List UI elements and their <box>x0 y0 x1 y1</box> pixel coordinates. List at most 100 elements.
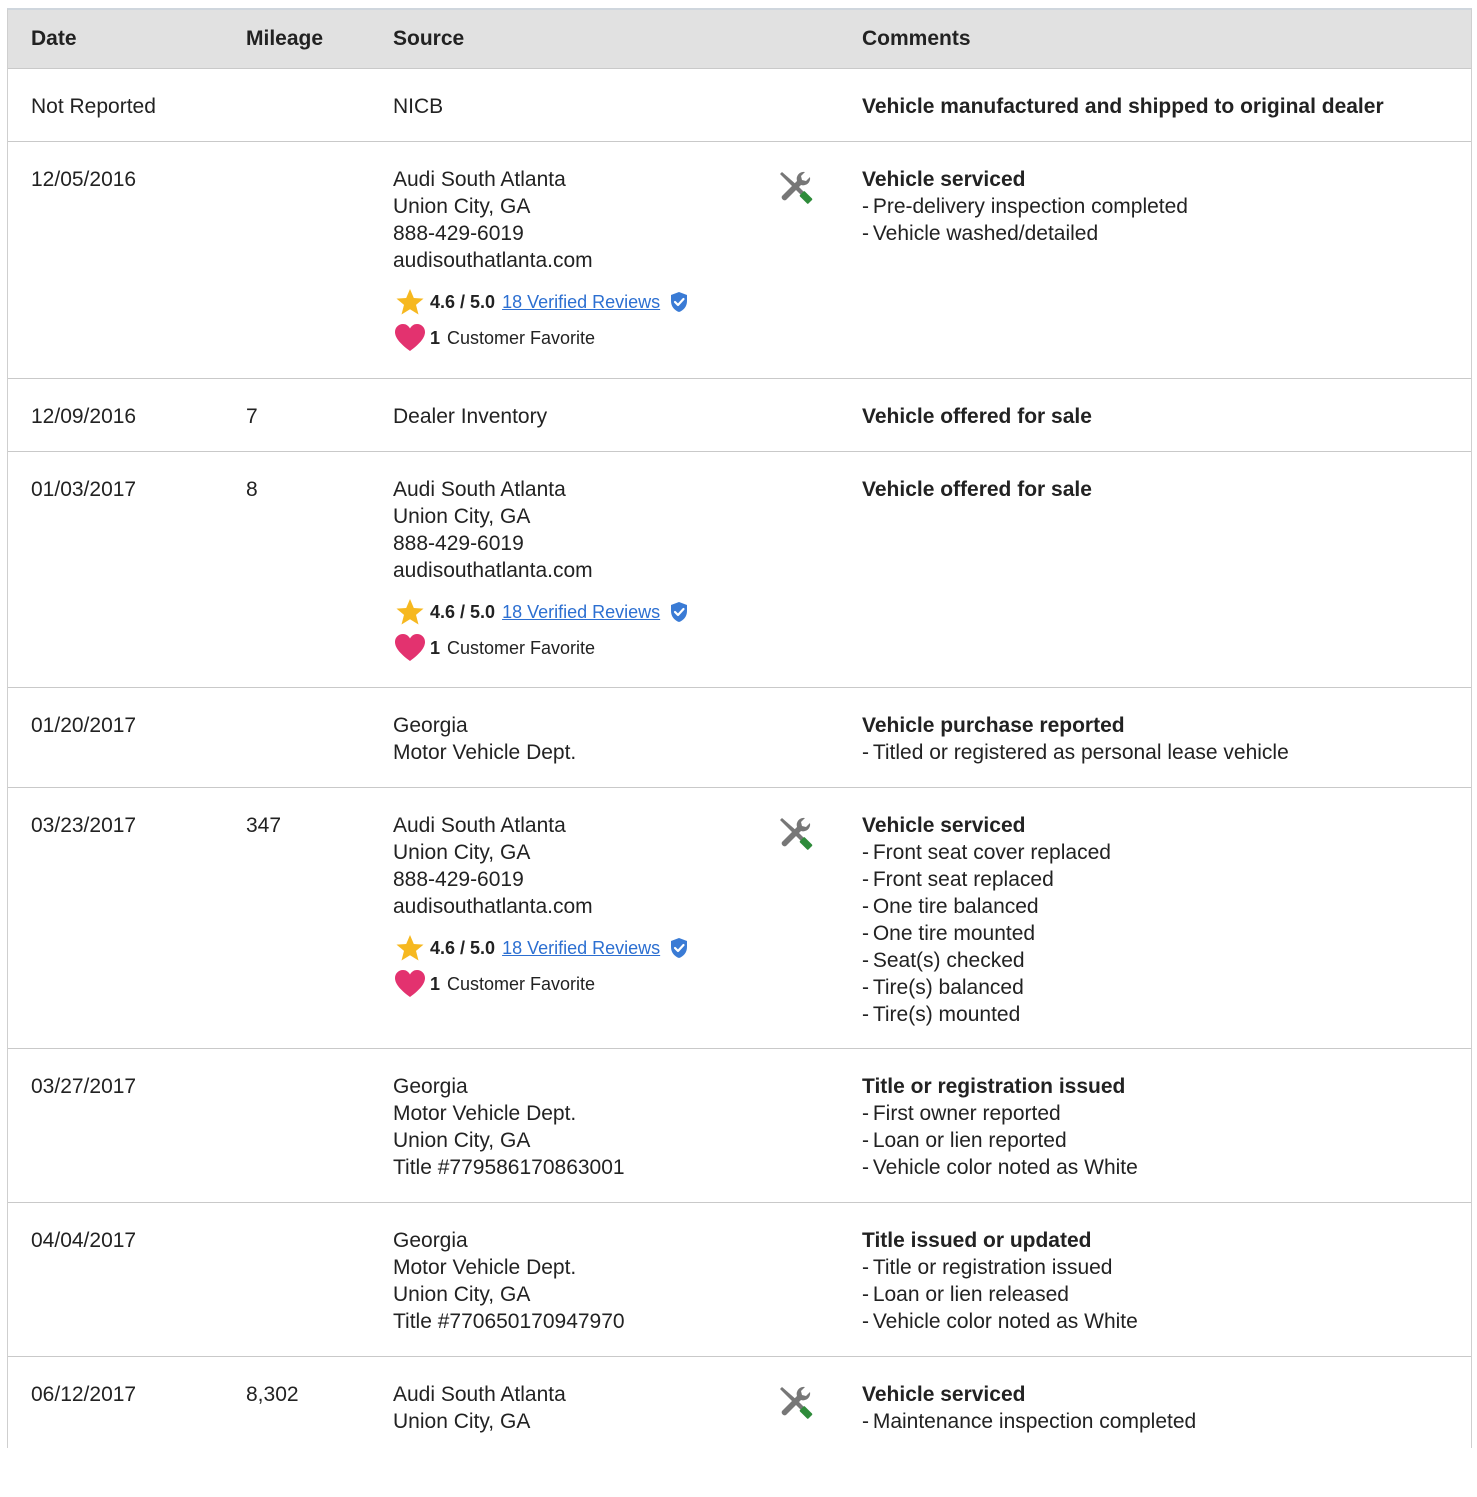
comment-heading: Vehicle serviced <box>862 168 1026 191</box>
row-source: Georgia Motor Vehicle Dept. Union City, … <box>393 1073 625 1181</box>
source-line: Motor Vehicle Dept. <box>393 1102 577 1125</box>
comment-item: Loan or lien reported <box>862 1127 1138 1154</box>
source-phone: 888-429-6019 <box>393 222 524 245</box>
row-date: 01/20/2017 <box>31 714 137 737</box>
favorite-count: 1 <box>430 327 441 348</box>
comment-item: Vehicle color noted as White <box>862 1308 1138 1335</box>
row-comments: Vehicle serviced Front seat cover replac… <box>862 812 1111 1028</box>
wrench-screwdriver-icon <box>776 168 816 208</box>
row-comments: Title or registration issued First owner… <box>862 1073 1138 1181</box>
row-source: Audi South Atlanta Union City, GA <box>393 1381 566 1435</box>
source-location: Union City, GA <box>393 505 531 528</box>
table-row: 12/05/2016 Audi South Atlanta Union City… <box>8 142 1471 379</box>
row-comments: Vehicle serviced Maintenance inspection … <box>862 1381 1196 1435</box>
row-mileage: 7 <box>246 405 258 428</box>
table-row: 01/03/2017 8 Audi South Atlanta Union Ci… <box>8 452 1471 688</box>
source-line: Motor Vehicle Dept. <box>393 741 577 764</box>
source-phone: 888-429-6019 <box>393 532 524 555</box>
table-row: 04/04/2017 Georgia Motor Vehicle Dept. U… <box>8 1203 1471 1357</box>
source-line: Union City, GA <box>393 1129 531 1152</box>
rating-score: 4.6 / 5.0 <box>430 291 496 312</box>
star-icon <box>395 934 425 962</box>
row-date: 06/12/2017 <box>31 1383 137 1406</box>
comment-item: Maintenance inspection completed <box>862 1408 1196 1435</box>
favorite-count: 1 <box>430 973 441 994</box>
row-comments: Vehicle purchase reported Titled or regi… <box>862 712 1289 766</box>
source-website: audisouthatlanta.com <box>393 895 593 918</box>
row-source: Dealer Inventory <box>393 403 547 430</box>
verified-reviews-link[interactable]: 18 Verified Reviews <box>502 289 660 316</box>
comment-heading: Vehicle offered for sale <box>862 478 1092 501</box>
comment-heading: Vehicle serviced <box>862 814 1026 837</box>
comment-item: Loan or lien released <box>862 1281 1138 1308</box>
comment-item: Pre-delivery inspection completed <box>862 193 1188 220</box>
source-name: Audi South Atlanta <box>393 478 566 501</box>
comment-item: Titled or registered as personal lease v… <box>862 739 1289 766</box>
column-header-date: Date <box>31 27 77 50</box>
row-date: 03/27/2017 <box>31 1075 137 1098</box>
source-line: Union City, GA <box>393 1283 531 1306</box>
source-line: Georgia <box>393 714 468 737</box>
comment-item: Tire(s) balanced <box>862 974 1111 1001</box>
comment-heading: Title or registration issued <box>862 1075 1126 1098</box>
source-line: Georgia <box>393 1229 468 1252</box>
column-header-source: Source <box>393 27 465 50</box>
row-source: Audi South Atlanta Union City, GA 888-42… <box>393 166 689 352</box>
dealer-rating: 4.6 / 5.0 18 Verified Reviews <box>393 288 689 316</box>
shield-check-icon <box>669 601 689 623</box>
favorite-label: Customer Favorite <box>447 327 596 348</box>
row-comments: Vehicle serviced Pre-delivery inspection… <box>862 166 1188 247</box>
shield-check-icon <box>669 937 689 959</box>
vehicle-history-table: Date Mileage Source Comments Not Reporte… <box>7 8 1472 1448</box>
comment-item: Seat(s) checked <box>862 947 1111 974</box>
customer-favorite: 1 Customer Favorite <box>393 324 689 352</box>
favorite-label: Customer Favorite <box>447 637 596 658</box>
row-date: 04/04/2017 <box>31 1229 137 1252</box>
source-line: NICB <box>393 95 444 118</box>
table-row: 12/09/2016 7 Dealer Inventory Vehicle of… <box>8 379 1471 452</box>
row-mileage: 8,302 <box>246 1383 299 1406</box>
verified-reviews-link[interactable]: 18 Verified Reviews <box>502 599 660 626</box>
comment-item: Tire(s) mounted <box>862 1001 1111 1028</box>
verified-reviews-link[interactable]: 18 Verified Reviews <box>502 935 660 962</box>
customer-favorite: 1 Customer Favorite <box>393 970 689 998</box>
wrench-screwdriver-icon <box>776 814 816 854</box>
customer-favorite: 1 Customer Favorite <box>393 634 689 662</box>
row-source: Audi South Atlanta Union City, GA 888-42… <box>393 476 689 662</box>
table-row: 06/12/2017 8,302 Audi South Atlanta Unio… <box>8 1357 1471 1497</box>
column-header-comments: Comments <box>862 27 971 50</box>
comment-heading: Vehicle serviced <box>862 1383 1026 1406</box>
source-title-number: Title #779586170863001 <box>393 1156 625 1179</box>
comment-item: One tire balanced <box>862 893 1111 920</box>
rating-score: 4.6 / 5.0 <box>430 937 496 958</box>
comment-item: Vehicle washed/detailed <box>862 220 1188 247</box>
row-comments: Title issued or updated Title or registr… <box>862 1227 1138 1335</box>
row-comments: Vehicle offered for sale <box>862 476 1092 503</box>
row-source: Georgia Motor Vehicle Dept. <box>393 712 576 766</box>
comment-heading: Vehicle purchase reported <box>862 714 1125 737</box>
row-comments: Vehicle manufactured and shipped to orig… <box>862 93 1384 120</box>
table-row: 03/27/2017 Georgia Motor Vehicle Dept. U… <box>8 1049 1471 1203</box>
comment-item: Title or registration issued <box>862 1254 1138 1281</box>
source-name: Audi South Atlanta <box>393 814 566 837</box>
row-date: 12/09/2016 <box>31 405 137 428</box>
column-header-mileage: Mileage <box>246 27 324 50</box>
comment-item: One tire mounted <box>862 920 1111 947</box>
row-source: NICB <box>393 93 443 120</box>
source-name: Audi South Atlanta <box>393 168 566 191</box>
row-date: 03/23/2017 <box>31 814 137 837</box>
table-row: Not Reported NICB Vehicle manufactured a… <box>8 69 1471 142</box>
favorite-label: Customer Favorite <box>447 973 596 994</box>
favorite-count: 1 <box>430 637 441 658</box>
star-icon <box>395 598 425 626</box>
dealer-rating: 4.6 / 5.0 18 Verified Reviews <box>393 598 689 626</box>
source-phone: 888-429-6019 <box>393 868 524 891</box>
source-website: audisouthatlanta.com <box>393 559 593 582</box>
row-mileage: 347 <box>246 814 282 837</box>
source-line: Motor Vehicle Dept. <box>393 1256 577 1279</box>
shield-check-icon <box>669 291 689 313</box>
row-date: 01/03/2017 <box>31 478 137 501</box>
row-source: Audi South Atlanta Union City, GA 888-42… <box>393 812 689 998</box>
table-header: Date Mileage Source Comments <box>8 10 1471 69</box>
comment-heading: Title issued or updated <box>862 1229 1092 1252</box>
